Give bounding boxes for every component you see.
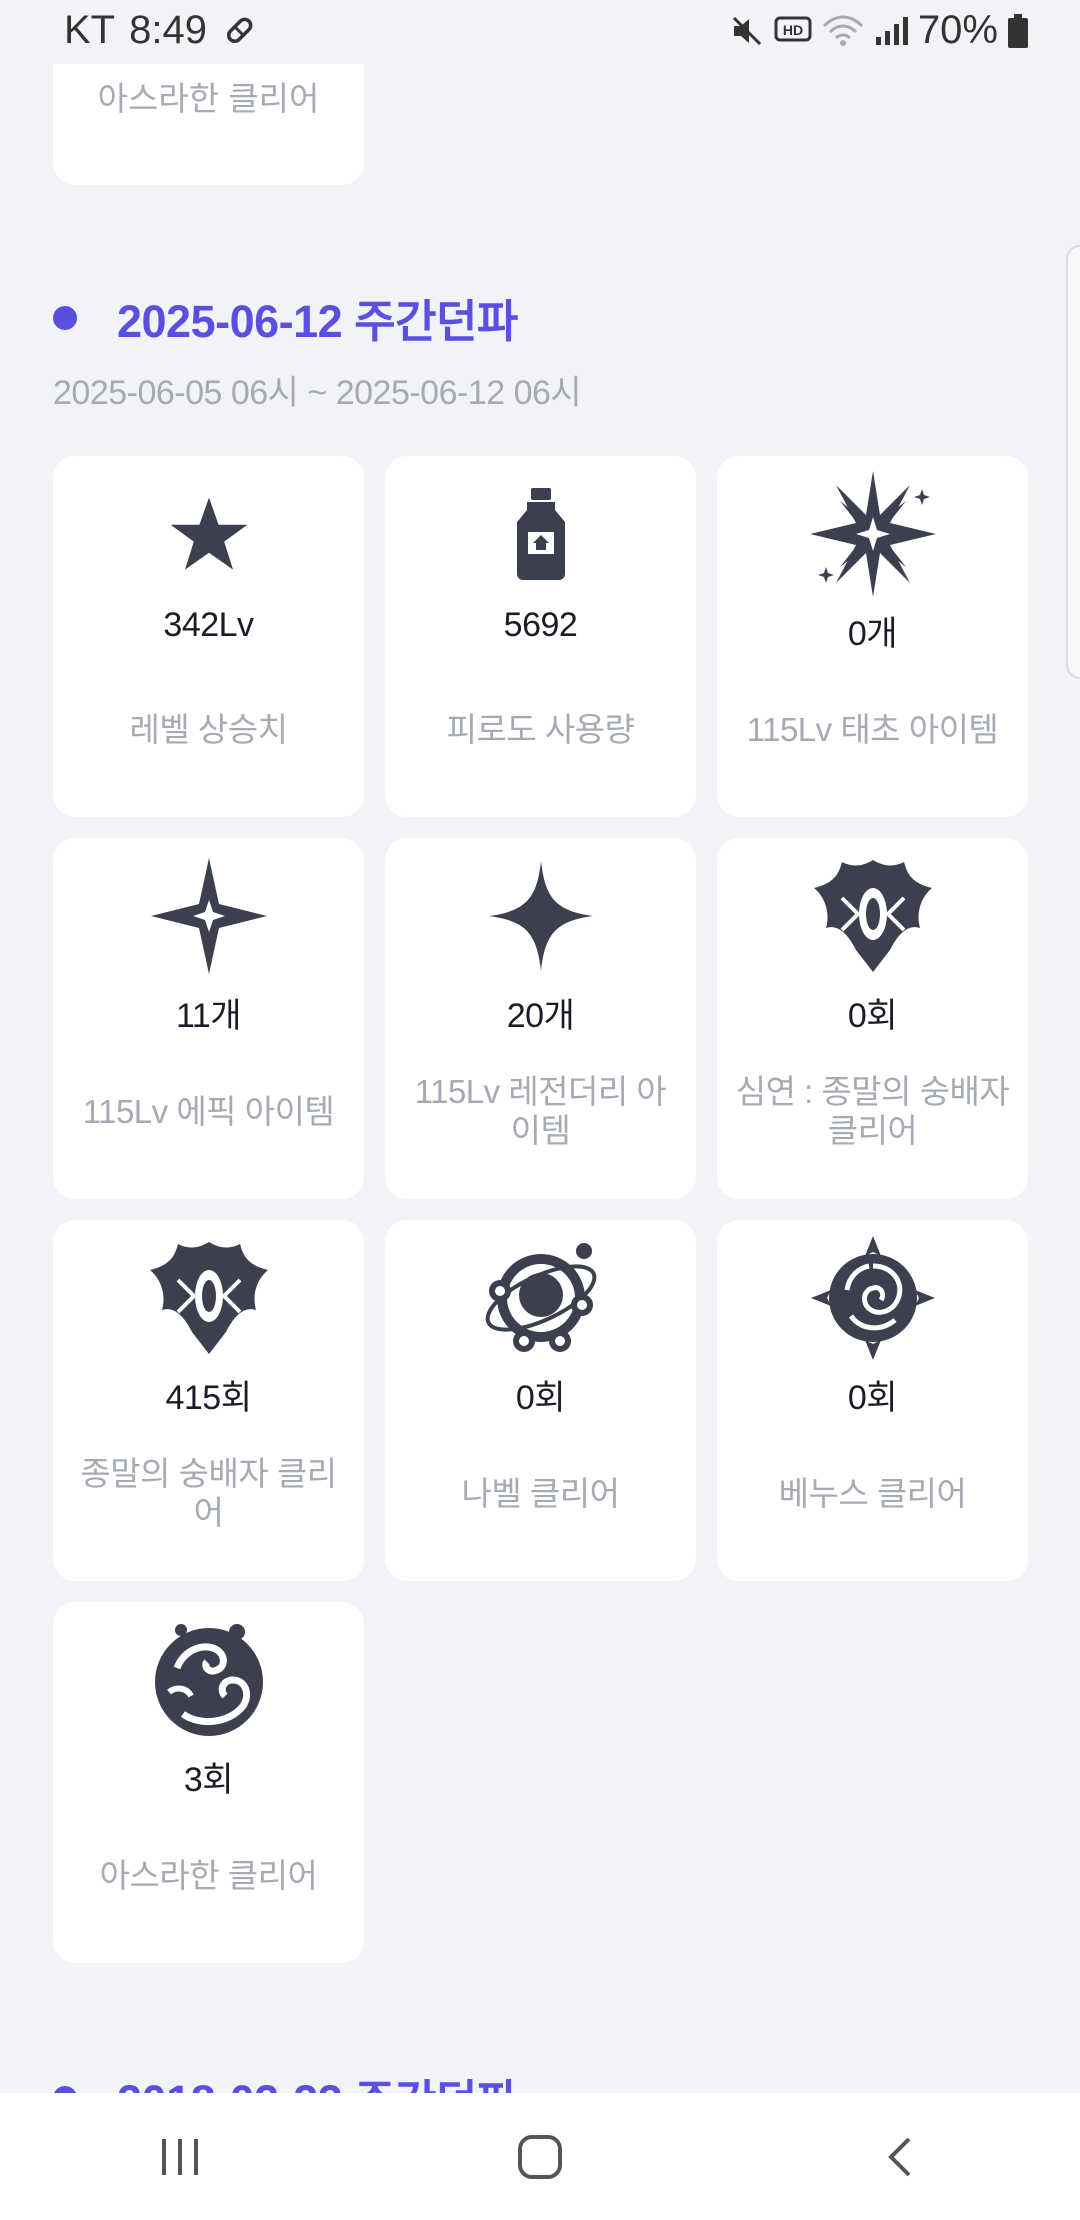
mute-icon [730, 14, 764, 48]
card-venus: 0회 베누스 클리어 [717, 1220, 1028, 1581]
card-value: 415회 [165, 1379, 252, 1417]
next-section-header: 2018-02-22 주간던파 [53, 2065, 518, 2093]
card-label: 아스라한 클리어 [99, 1856, 318, 1894]
card-value: 0회 [847, 1379, 898, 1417]
venus-rose-icon [717, 1236, 1028, 1360]
hd-voice-icon: HD [774, 16, 812, 46]
star-icon [53, 474, 364, 594]
recent-apps-icon [162, 2138, 198, 2175]
home-icon [518, 2134, 562, 2179]
asrahan-swirl-icon [53, 1620, 364, 1740]
card-epic-items: 11개 115Lv 에픽 아이템 [53, 838, 364, 1199]
section-header: 2025-06-12 주간던파 [53, 285, 518, 350]
back-button[interactable] [840, 2107, 960, 2207]
card-fatigue: 5692 피로도 사용량 [385, 456, 696, 817]
potion-bottle-icon [385, 474, 696, 594]
nabel-orb-icon [385, 1238, 696, 1358]
clock-label: 8:49 [129, 8, 207, 52]
card-value: 342Lv [163, 606, 254, 644]
battery-icon [1008, 13, 1028, 48]
card-label: 피로도 사용량 [446, 710, 635, 748]
card-doom-worshippers: 415회 종말의 숭배자 클리어 [53, 1220, 364, 1581]
card-nabel: 0회 나벨 클리어 [385, 1220, 696, 1581]
card-level: 342Lv 레벨 상승치 [53, 456, 364, 817]
primeval-burst-icon [717, 471, 1028, 597]
pill-icon [221, 13, 257, 49]
legendary-star-icon [385, 856, 696, 976]
card-primeval-items: 0개 115Lv 태초 아이템 [717, 456, 1028, 817]
side-panel-handle[interactable] [1066, 245, 1080, 679]
card-abyss-doom: 0회 심연 : 종말의 숭배자 클리어 [717, 838, 1028, 1199]
card-label: 115Lv 태초 아이템 [746, 710, 999, 748]
navigation-bar [0, 2093, 1080, 2220]
section-date-range: 2025-06-05 06시 ~ 2025-06-12 06시 [53, 374, 582, 412]
section-dot [53, 2085, 77, 2093]
card-value: 3회 [183, 1761, 234, 1799]
battery-percent: 70% [917, 8, 998, 52]
card-label: 베누스 클리어 [778, 1474, 967, 1512]
abyss-crest-icon [717, 856, 1028, 976]
card-value: 0회 [847, 997, 898, 1035]
card-label: 레벨 상승치 [129, 710, 288, 748]
card-label: 종말의 숭배자 클리어 [80, 1455, 337, 1531]
card-asrahan: 3회 아스라한 클리어 [53, 1602, 364, 1963]
svg-text:HD: HD [783, 22, 803, 38]
section-dot [53, 305, 77, 330]
card-label: 심연 : 종말의 숭배자 클리어 [735, 1073, 1010, 1149]
card-label: 나벨 클리어 [461, 1474, 620, 1512]
next-section-title: 2018-02-22 주간던파 [117, 2065, 518, 2093]
card-value: 5692 [503, 606, 578, 644]
carrier-label: KT [64, 8, 116, 52]
card-label: 아스라한 클리어 [97, 80, 320, 117]
card-value: 20개 [506, 997, 575, 1035]
recent-apps-button[interactable] [120, 2107, 240, 2207]
section-title: 2025-06-12 주간던파 [117, 296, 518, 347]
status-bar: KT 8:49 HD 70% [0, 0, 1080, 64]
epic-star-icon [53, 856, 364, 976]
doom-crest-icon [53, 1238, 364, 1358]
home-button[interactable] [480, 2107, 600, 2207]
card-value: 0회 [515, 1379, 566, 1417]
card-value: 11개 [175, 997, 242, 1035]
scroll-content[interactable]: 아스라한 클리어 2025-06-12 주간던파 2025-06-05 06시 … [0, 0, 1080, 2093]
wifi-icon [822, 14, 864, 48]
card-label: 115Lv 에픽 아이템 [82, 1092, 335, 1130]
signal-icon [874, 15, 908, 47]
card-value: 0개 [847, 615, 898, 653]
card-label: 115Lv 레전더리 아이템 [414, 1073, 667, 1149]
card-legendary-items: 20개 115Lv 레전더리 아이템 [385, 838, 696, 1199]
back-icon [888, 2137, 911, 2176]
